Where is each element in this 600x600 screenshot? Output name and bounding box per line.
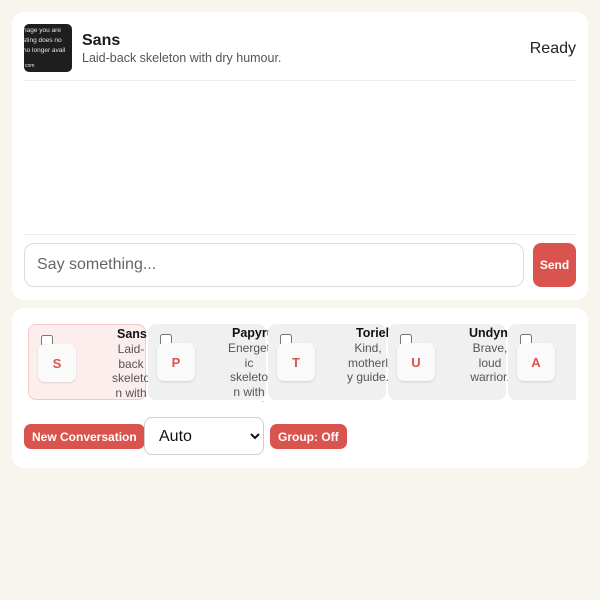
character-card-sans[interactable]: S Sans Laid-back skeleton with dry humou… [28, 324, 150, 402]
group-toggle-button[interactable]: Group: Off [270, 424, 347, 449]
message-list[interactable] [24, 81, 576, 233]
character-initial: U [411, 354, 421, 370]
character-card-undyne[interactable]: U Undyne Brave, loud warrior. [388, 324, 515, 400]
chat-header: nage you are sting does no no longer ava… [24, 12, 576, 81]
character-card-papyrus[interactable]: P Papyrus Energetic skeleton with grand … [148, 324, 281, 402]
character-panel: S Sans Laid-back skeleton with dry humou… [12, 308, 588, 468]
character-card-name: Sans [117, 327, 147, 341]
send-button[interactable]: Send [533, 243, 576, 287]
character-card-a[interactable]: A [508, 324, 576, 400]
character-initial: P [171, 354, 181, 370]
character-initial: T [292, 354, 300, 370]
character-description: Laid-back skeleton with dry humour. [82, 51, 282, 65]
message-input[interactable] [24, 243, 524, 287]
avatar-text-line: com [25, 63, 35, 69]
character-card-name: Toriel [356, 326, 390, 340]
character-initial-tile: P [157, 343, 195, 381]
new-conversation-button[interactable]: New Conversation [24, 424, 145, 449]
character-initial-tile: U [397, 343, 435, 381]
mode-select[interactable]: Auto [144, 417, 264, 455]
character-strip[interactable]: S Sans Laid-back skeleton with dry humou… [28, 324, 576, 402]
character-card-description: Kind, motherly guide. [346, 341, 390, 384]
character-card-description: Laid-back skeleton with dry humour. [111, 342, 151, 402]
character-initial-tile: S [38, 344, 76, 382]
character-avatar: nage you are sting does no no longer ava… [24, 24, 72, 72]
character-card-description: Brave, loud warrior. [470, 341, 510, 384]
character-initial: A [531, 354, 541, 370]
character-name: Sans [82, 32, 121, 49]
avatar-text-line: no longer avail [24, 47, 66, 54]
status-text: Ready [529, 40, 576, 57]
divider [24, 234, 576, 235]
character-initial: S [52, 355, 62, 371]
character-card-description: Energetic skeleton with grand ambitions. [227, 341, 271, 402]
character-initial-tile: A [517, 343, 555, 381]
avatar-text-line: sting does no [24, 37, 62, 44]
avatar-text-line: nage you are [24, 27, 61, 34]
character-initial-tile: T [277, 343, 315, 381]
character-card-toriel[interactable]: T Toriel Kind, motherly guide. [268, 324, 390, 400]
chat-panel: nage you are sting does no no longer ava… [12, 12, 588, 300]
